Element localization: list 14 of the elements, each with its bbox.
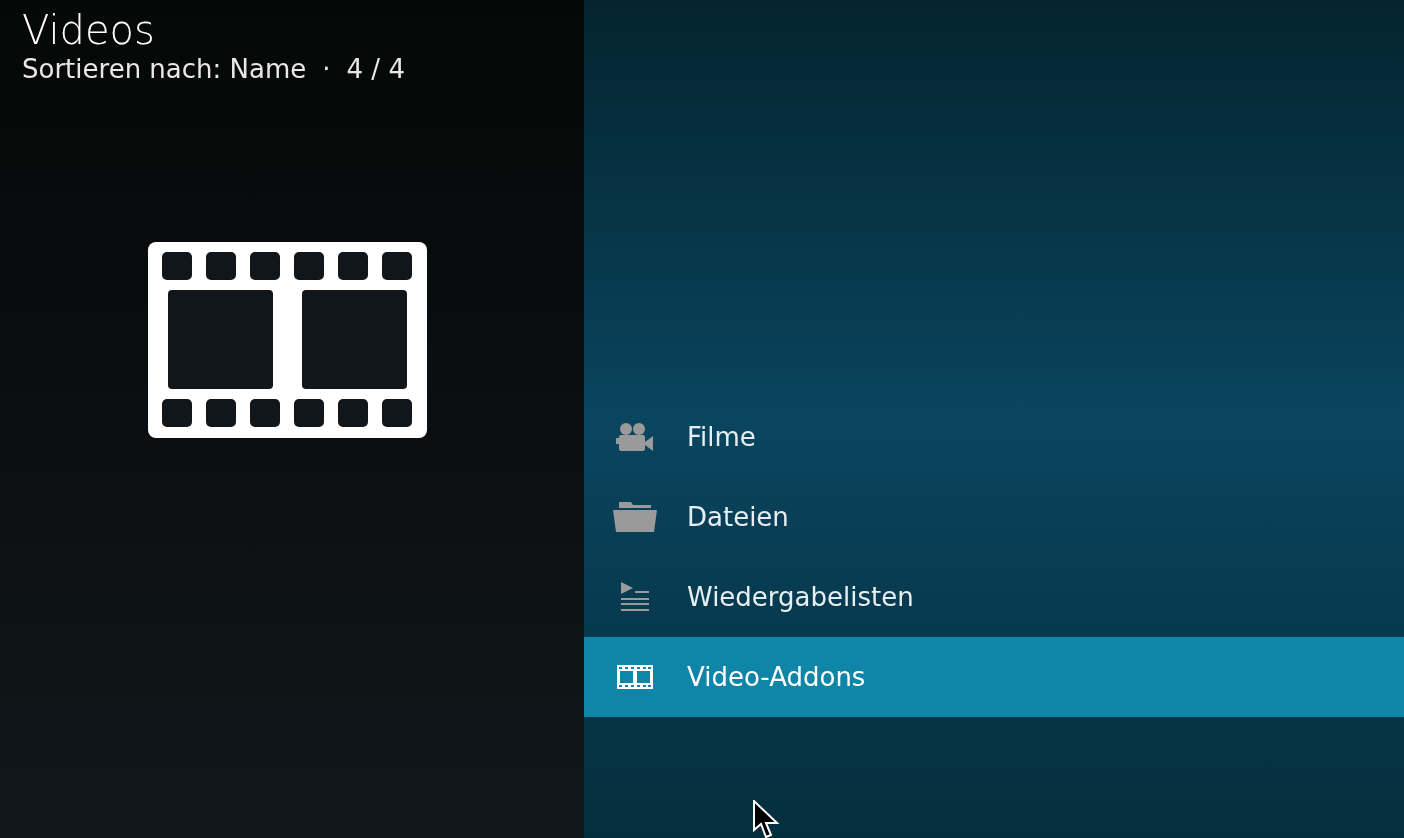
menu-item[interactable]: Wiedergabelisten [584, 557, 1404, 637]
sort-label: Sortieren nach: Name [22, 54, 307, 84]
camera-icon [615, 422, 655, 452]
menu-item[interactable]: Filme [584, 397, 1404, 477]
mouse-cursor-icon [753, 800, 781, 838]
menu-item[interactable]: Dateien [584, 477, 1404, 557]
film-strip-icon [617, 665, 653, 689]
item-count: 4 / 4 [346, 54, 405, 84]
window-title: Videos [22, 6, 155, 55]
film-strip-icon [148, 242, 427, 438]
folder-icon [613, 502, 657, 532]
separator-dot: · [322, 54, 331, 84]
playlist-icon [619, 582, 651, 612]
menu-item[interactable]: Video-Addons [584, 637, 1404, 717]
